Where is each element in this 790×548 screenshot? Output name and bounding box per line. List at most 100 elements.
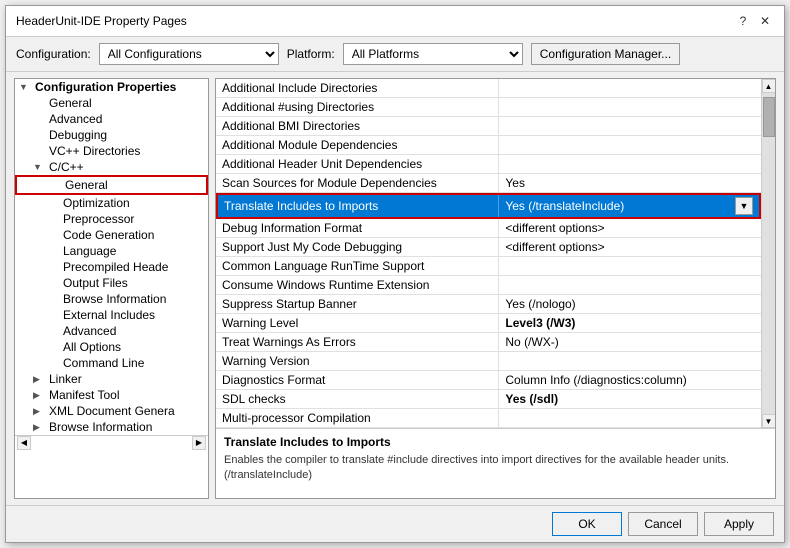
- props-table: Additional Include DirectoriesAdditional…: [216, 79, 761, 428]
- prop-value: Yes: [499, 174, 761, 192]
- prop-row[interactable]: Translate Includes to ImportsYes (/trans…: [216, 193, 761, 219]
- tree-item[interactable]: Optimization: [15, 195, 208, 211]
- tree-item[interactable]: Precompiled Heade: [15, 259, 208, 275]
- tree-item[interactable]: Debugging: [15, 127, 208, 143]
- help-button[interactable]: ?: [734, 12, 752, 30]
- prop-value: <different options>: [499, 219, 761, 237]
- tree-item[interactable]: Language: [15, 243, 208, 259]
- tree-item[interactable]: Advanced: [15, 323, 208, 339]
- tree-inner: ▼Configuration PropertiesGeneralAdvanced…: [15, 79, 208, 435]
- prop-row[interactable]: Additional Module Dependencies: [216, 136, 761, 155]
- prop-row[interactable]: Treat Warnings As ErrorsNo (/WX-): [216, 333, 761, 352]
- tree-item[interactable]: ▼C/C++: [15, 159, 208, 175]
- prop-row[interactable]: SDL checks Yes (/sdl): [216, 390, 761, 409]
- prop-value: Column Info (/diagnostics:column): [499, 371, 761, 389]
- prop-row[interactable]: Support Just My Code Debugging<different…: [216, 238, 761, 257]
- config-select[interactable]: All Configurations: [99, 43, 279, 65]
- prop-value: <different options>: [499, 238, 761, 256]
- tree-item-label: Browse Information: [47, 420, 152, 434]
- tree-expand-icon: ▶: [33, 390, 47, 401]
- prop-row[interactable]: Warning LevelLevel3 (/W3): [216, 314, 761, 333]
- cancel-button[interactable]: Cancel: [628, 512, 698, 536]
- prop-value: [499, 155, 761, 173]
- scroll-up-btn[interactable]: ▲: [762, 79, 776, 93]
- scroll-down-btn[interactable]: ▼: [762, 414, 776, 428]
- platform-label: Platform:: [287, 47, 335, 61]
- prop-name: Debug Information Format: [216, 219, 499, 237]
- prop-row[interactable]: Additional #using Directories: [216, 98, 761, 117]
- tree-hscroll: ◀ ▶: [15, 435, 208, 449]
- prop-row[interactable]: Diagnostics FormatColumn Info (/diagnost…: [216, 371, 761, 390]
- tree-item[interactable]: Code Generation: [15, 227, 208, 243]
- tree-item-label: VC++ Directories: [47, 144, 140, 158]
- tree-item-label: All Options: [61, 340, 121, 354]
- prop-name: Multi-processor Compilation: [216, 409, 499, 427]
- prop-value-text: Yes (/sdl): [505, 392, 558, 406]
- prop-value-text: Yes (/translateInclude): [505, 199, 624, 213]
- tree-item[interactable]: Browse Information: [15, 291, 208, 307]
- tree-item[interactable]: Preprocessor: [15, 211, 208, 227]
- tree-item[interactable]: ▶Browse Information: [15, 419, 208, 435]
- tree-item[interactable]: VC++ Directories: [15, 143, 208, 159]
- tree-item[interactable]: ▶Linker: [15, 371, 208, 387]
- prop-row[interactable]: Suppress Startup BannerYes (/nologo): [216, 295, 761, 314]
- prop-name: Additional #using Directories: [216, 98, 499, 116]
- apply-button[interactable]: Apply: [704, 512, 774, 536]
- prop-name: Additional Include Directories: [216, 79, 499, 97]
- tree-item[interactable]: All Options: [15, 339, 208, 355]
- close-button[interactable]: ✕: [756, 12, 774, 30]
- property-pages-dialog: HeaderUnit-IDE Property Pages ? ✕ Config…: [5, 5, 785, 543]
- tree-item[interactable]: Command Line: [15, 355, 208, 371]
- prop-name: SDL checks: [216, 390, 499, 408]
- prop-name: Support Just My Code Debugging: [216, 238, 499, 256]
- tree-item[interactable]: Output Files: [15, 275, 208, 291]
- tree-item[interactable]: ▶Manifest Tool: [15, 387, 208, 403]
- tree-item[interactable]: General: [15, 95, 208, 111]
- scroll-track: [762, 93, 776, 414]
- tree-scroll-left[interactable]: ◀: [17, 436, 31, 450]
- prop-name: Consume Windows Runtime Extension: [216, 276, 499, 294]
- ok-button[interactable]: OK: [552, 512, 622, 536]
- prop-value-text: No (/WX-): [505, 335, 558, 349]
- prop-row[interactable]: Warning Version: [216, 352, 761, 371]
- tree-item[interactable]: ▼Configuration Properties: [15, 79, 208, 95]
- tree-item[interactable]: External Includes: [15, 307, 208, 323]
- tree-item-label: Precompiled Heade: [61, 260, 168, 274]
- tree-expand-icon: ▼: [33, 162, 47, 172]
- prop-name: Common Language RunTime Support: [216, 257, 499, 275]
- tree-item-label: Language: [61, 244, 116, 258]
- tree-item[interactable]: General: [15, 175, 208, 195]
- tree-item-label: Preprocessor: [61, 212, 134, 226]
- prop-row[interactable]: Consume Windows Runtime Extension: [216, 276, 761, 295]
- prop-value-text: Yes: [505, 176, 525, 190]
- prop-name: Scan Sources for Module Dependencies: [216, 174, 499, 192]
- tree-expand-icon: ▶: [33, 422, 47, 433]
- prop-value: Yes (/translateInclude) ▼: [499, 195, 759, 217]
- prop-row[interactable]: Common Language RunTime Support: [216, 257, 761, 276]
- tree-item-label: Configuration Properties: [33, 80, 176, 94]
- prop-row[interactable]: Additional BMI Directories: [216, 117, 761, 136]
- config-manager-button[interactable]: Configuration Manager...: [531, 43, 680, 65]
- dialog-title: HeaderUnit-IDE Property Pages: [16, 14, 187, 28]
- tree-item-label: C/C++: [47, 160, 84, 174]
- prop-dropdown-btn[interactable]: ▼: [735, 197, 753, 215]
- tree-item-label: General: [47, 96, 92, 110]
- tree-item[interactable]: ▶XML Document Genera: [15, 403, 208, 419]
- prop-row[interactable]: Additional Header Unit Dependencies: [216, 155, 761, 174]
- scroll-thumb: [763, 97, 775, 137]
- prop-name: Diagnostics Format: [216, 371, 499, 389]
- tree-scroll-right[interactable]: ▶: [192, 436, 206, 450]
- prop-row[interactable]: Scan Sources for Module Dependencies Yes: [216, 174, 761, 193]
- prop-row[interactable]: Debug Information Format <different optio…: [216, 219, 761, 238]
- platform-select[interactable]: All Platforms: [343, 43, 523, 65]
- tree-expand-icon: ▶: [33, 374, 47, 385]
- prop-value-text: <different options>: [505, 221, 604, 235]
- prop-value: No (/WX-): [499, 333, 761, 351]
- prop-row[interactable]: Multi-processor Compilation: [216, 409, 761, 428]
- prop-value: [499, 98, 761, 116]
- tree-item[interactable]: Advanced: [15, 111, 208, 127]
- tree-item-label: General: [63, 178, 108, 192]
- tree-item-label: Optimization: [61, 196, 130, 210]
- tree-item-label: Advanced: [47, 112, 102, 126]
- prop-row[interactable]: Additional Include Directories: [216, 79, 761, 98]
